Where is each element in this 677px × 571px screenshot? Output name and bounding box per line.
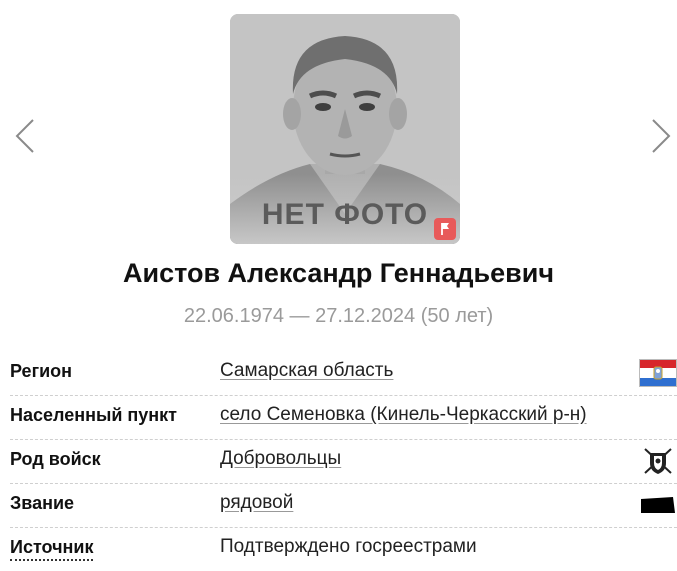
profile-photo-placeholder: НЕТ ФОТО (230, 14, 460, 244)
detail-label: Населенный пункт (10, 405, 178, 425)
rank-link[interactable]: рядовой (220, 492, 293, 514)
source-label-tooltip[interactable]: Источник (10, 537, 94, 561)
detail-row-source: Источник Подтверждено госреестрами (10, 528, 677, 571)
chevron-left-icon (15, 119, 34, 153)
samara-region-flag-icon (639, 359, 677, 387)
flag-icon (441, 223, 449, 235)
detail-label: Звание (10, 493, 75, 513)
branch-link[interactable]: Добровольцы (220, 448, 341, 470)
detail-row-branch: Род войск Добровольцы (10, 440, 677, 484)
life-dates: 22.06.1974 — 27.12.2024 (50 лет) (183, 305, 494, 327)
next-arrow-button[interactable] (649, 118, 677, 154)
no-photo-label: НЕТ ФОТО (261, 198, 429, 231)
report-flag-button[interactable] (434, 218, 456, 240)
detail-label: Род войск (10, 449, 101, 469)
volunteers-emblem-icon (639, 447, 677, 475)
chevron-right-icon (652, 119, 671, 153)
person-name: Аистов Александр Геннадьевич (122, 258, 555, 288)
detail-row-region: Регион Самарская область (10, 352, 677, 396)
settlement-link[interactable]: село Семеновка (Кинель-Черкасский р-н) (220, 404, 587, 426)
details-list: Регион Самарская область Населенный пунк… (10, 352, 677, 571)
previous-arrow-button[interactable] (13, 118, 41, 154)
region-link[interactable]: Самарская область (220, 360, 393, 382)
detail-label: Регион (10, 361, 72, 381)
private-rank-insignia-icon (639, 491, 677, 519)
detail-row-rank: Звание рядовой (10, 484, 677, 528)
detail-row-settlement: Населенный пункт село Семеновка (Кинель-… (10, 396, 677, 440)
source-value: Подтверждено госреестрами (220, 536, 477, 557)
